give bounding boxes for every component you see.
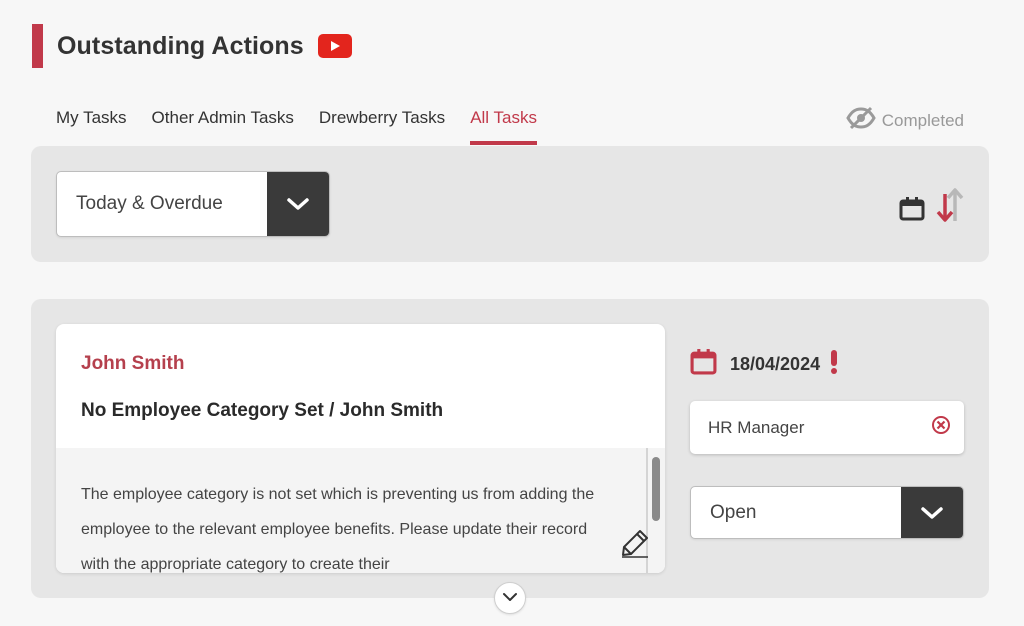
chevron-down-icon — [502, 589, 518, 607]
tab-drewberry-tasks[interactable]: Drewberry Tasks — [319, 108, 445, 145]
date-filter-select[interactable]: Today & Overdue — [56, 171, 330, 237]
sort-controls — [899, 186, 965, 229]
page-title: Outstanding Actions — [57, 31, 304, 60]
task-description: The employee category is not set which i… — [81, 486, 595, 573]
expand-button[interactable] — [494, 582, 526, 614]
chevron-down-icon[interactable] — [901, 487, 963, 538]
status-select[interactable]: Open — [690, 486, 964, 539]
completed-label: Completed — [881, 110, 964, 130]
pencil-icon[interactable] — [620, 528, 650, 563]
clear-circle-icon[interactable] — [931, 415, 951, 440]
calendar-icon — [690, 348, 717, 380]
header-accent-bar — [32, 24, 43, 68]
task-description-area: The employee category is not set which i… — [56, 448, 665, 573]
task-panel: John Smith No Employee Category Set / Jo… — [31, 299, 989, 598]
sort-direction-icon[interactable] — [935, 186, 965, 229]
assignee-value: HR Manager — [708, 417, 805, 437]
status-value: Open — [710, 501, 757, 523]
task-title: No Employee Category Set / John Smith — [81, 400, 444, 421]
scrollbar-thumb[interactable] — [652, 457, 660, 521]
due-date-value: 18/04/2024 — [730, 353, 821, 374]
assignee-field[interactable]: HR Manager — [690, 401, 964, 454]
chevron-down-icon[interactable] — [267, 172, 329, 236]
due-date: 18/04/2024 — [690, 348, 838, 380]
page-header: Outstanding Actions — [32, 24, 352, 68]
task-tabs: My Tasks Other Admin Tasks Drewberry Tas… — [56, 108, 562, 145]
calendar-icon[interactable] — [899, 196, 925, 227]
youtube-play-icon[interactable] — [317, 34, 352, 58]
task-card: John Smith No Employee Category Set / Jo… — [56, 324, 665, 573]
task-person-name[interactable]: John Smith — [81, 353, 184, 375]
tab-other-admin-tasks[interactable]: Other Admin Tasks — [152, 108, 294, 145]
filter-panel: Today & Overdue — [31, 146, 989, 262]
tab-my-tasks[interactable]: My Tasks — [56, 108, 127, 145]
date-filter-value: Today & Overdue — [76, 193, 223, 214]
completed-toggle[interactable]: Completed — [846, 106, 964, 135]
exclamation-icon — [830, 349, 838, 379]
tab-all-tasks[interactable]: All Tasks — [470, 108, 537, 145]
eye-slash-icon — [846, 106, 876, 135]
